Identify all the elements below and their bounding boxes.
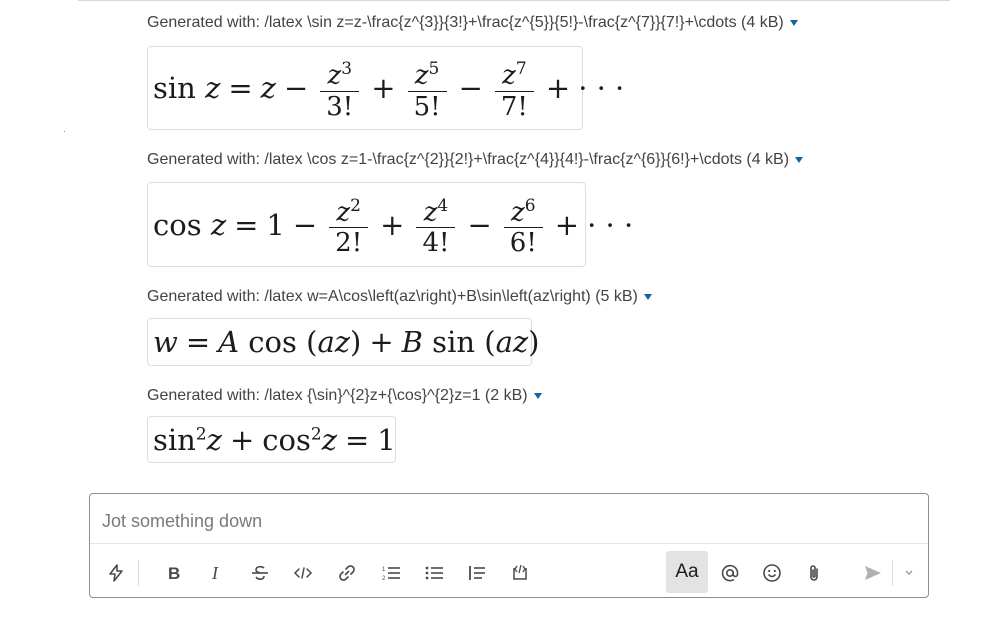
- blockquote-icon[interactable]: [465, 557, 489, 589]
- svg-text:2: 2: [382, 576, 386, 582]
- caret-down-icon[interactable]: [795, 157, 804, 163]
- image-caption-3[interactable]: Generated with: /latex w=A\cos\left(az\r…: [147, 288, 652, 306]
- toolbar-divider: [90, 543, 928, 544]
- emoji-icon[interactable]: [760, 557, 784, 589]
- caret-down-icon[interactable]: [789, 20, 798, 26]
- code-icon[interactable]: [291, 557, 315, 589]
- caption-text: Generated with: /latex \cos z=1-\frac{z^…: [147, 151, 790, 168]
- bulleted-list-icon[interactable]: [422, 557, 446, 589]
- bold-icon[interactable]: B: [162, 557, 186, 589]
- toolbar-separator: [138, 560, 139, 586]
- toolbar-separator: [892, 560, 893, 586]
- message-input[interactable]: [100, 506, 904, 536]
- formula-cos-series: cos z = 1− z2 2! + z4 4! − z6 6! + · · ·: [153, 195, 634, 259]
- formula-sin-series: sin z = z − z3 3! + z5 5! − z7 7! + · · ·: [153, 59, 625, 122]
- latex-image-general-solution[interactable]: w = A cos (az) + B sin (az): [147, 318, 539, 366]
- image-caption-1[interactable]: Generated with: /latex \sin z=z-\frac{z^…: [147, 14, 798, 32]
- svg-text:B: B: [168, 564, 180, 583]
- ordered-list-icon[interactable]: 12: [379, 557, 403, 589]
- chevron-down-icon[interactable]: [898, 557, 920, 589]
- caption-text: Generated with: /latex w=A\cos\left(az\r…: [147, 288, 638, 305]
- format-toggle-button[interactable]: Aa: [666, 551, 708, 593]
- at-icon[interactable]: [718, 557, 742, 589]
- formula-pythagorean-identity: sin2 z + cos2 z = 1: [153, 422, 396, 457]
- caption-text: Generated with: /latex {\sin}^{2}z+{\cos…: [147, 387, 528, 404]
- paperclip-icon[interactable]: [802, 557, 826, 589]
- formula-general-solution: w = A cos (az) + B sin (az): [153, 325, 540, 359]
- code-block-icon[interactable]: [508, 557, 532, 589]
- caret-down-icon[interactable]: [533, 393, 542, 399]
- image-caption-2[interactable]: Generated with: /latex \cos z=1-\frac{z^…: [147, 151, 804, 169]
- latex-image-pythagorean-identity[interactable]: sin2 z + cos2 z = 1: [147, 416, 396, 463]
- caret-down-icon[interactable]: [643, 294, 652, 300]
- latex-image-cos-series[interactable]: cos z = 1− z2 2! + z4 4! − z6 6! + · · ·: [147, 182, 633, 267]
- caption-text: Generated with: /latex \sin z=z-\frac{z^…: [147, 14, 784, 31]
- format-toggle-label: Aa: [675, 561, 699, 582]
- strikethrough-icon[interactable]: [248, 557, 272, 589]
- link-icon[interactable]: [335, 557, 359, 589]
- latex-image-sin-series[interactable]: sin z = z − z3 3! + z5 5! − z7 7! + · · ·: [147, 46, 624, 130]
- svg-text:I: I: [211, 563, 219, 583]
- stray-dot: [64, 131, 65, 132]
- top-divider: [78, 0, 950, 1]
- svg-text:1: 1: [382, 567, 386, 573]
- image-caption-4[interactable]: Generated with: /latex {\sin}^{2}z+{\cos…: [147, 387, 542, 405]
- italic-icon[interactable]: I: [204, 557, 228, 589]
- message-composer: B I 12 Aa: [89, 493, 929, 598]
- lightning-icon[interactable]: [104, 557, 128, 589]
- send-icon[interactable]: [860, 557, 886, 589]
